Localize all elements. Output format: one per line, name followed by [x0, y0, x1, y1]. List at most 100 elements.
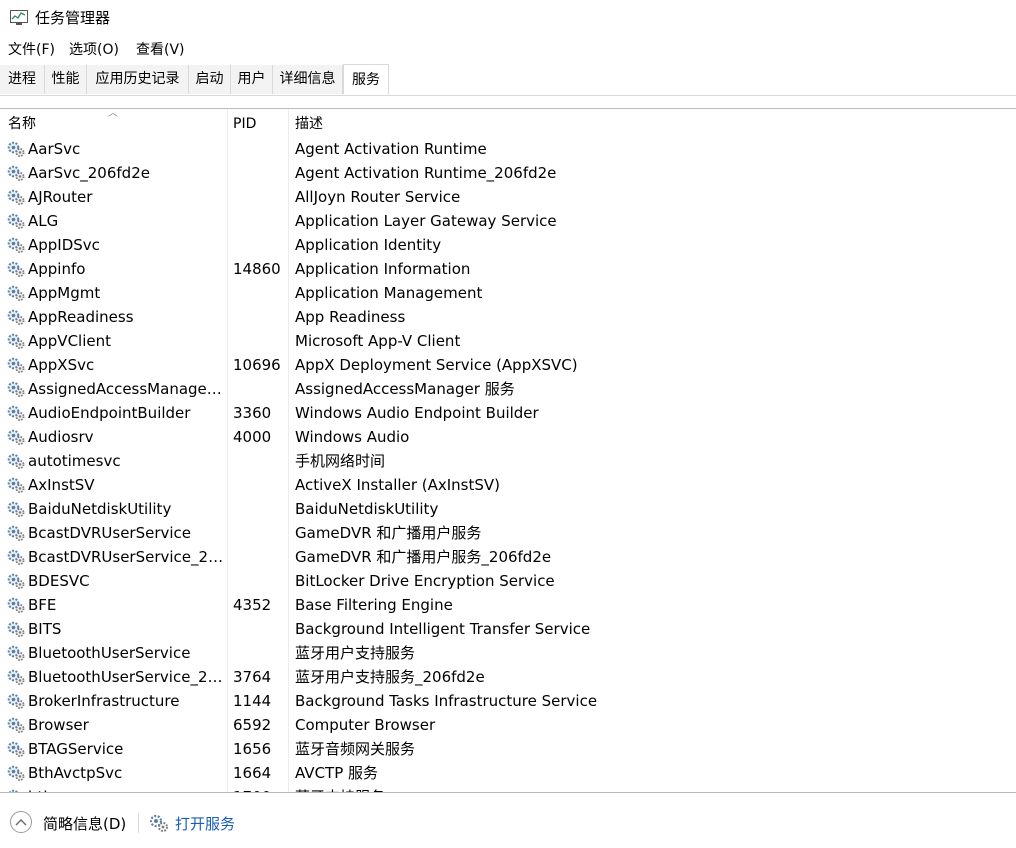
service-row[interactable]: Browser 6592 Computer Browser	[0, 713, 1016, 737]
service-gear-icon	[6, 212, 26, 230]
service-row[interactable]: AJRouter AllJoyn Router Service	[0, 185, 1016, 209]
service-row[interactable]: BFE 4352 Base Filtering Engine	[0, 593, 1016, 617]
service-gear-icon	[6, 764, 26, 782]
service-gear-icon	[6, 668, 26, 686]
service-pid: 10696	[233, 356, 281, 374]
task-manager-icon	[10, 10, 28, 25]
tab-strip: 进程 性能 应用历史记录 启动 用户 详细信息 服务	[0, 64, 1016, 96]
service-gear-icon	[6, 692, 26, 710]
service-name: AarSvc_206fd2e	[28, 164, 150, 182]
service-description: Agent Activation Runtime	[295, 140, 487, 158]
tab-app-history[interactable]: 应用历史记录	[87, 65, 189, 94]
service-row[interactable]: BcastDVRUserService_20... GameDVR 和广播用户服务…	[0, 545, 1016, 569]
service-row[interactable]: Audiosrv 4000 Windows Audio	[0, 425, 1016, 449]
service-name: Audiosrv	[28, 428, 94, 446]
column-header-description[interactable]: 描述	[295, 115, 323, 133]
table-header: ︿ 名称 PID 描述	[0, 109, 1016, 137]
service-name: AarSvc	[28, 140, 81, 158]
service-gear-icon	[6, 596, 26, 614]
tab-services[interactable]: 服务	[343, 64, 389, 95]
service-gear-icon	[6, 260, 26, 278]
service-description: GameDVR 和广播用户服务	[295, 524, 482, 542]
service-row[interactable]: AudioEndpointBuilder 3360 Windows Audio En…	[0, 401, 1016, 425]
title-bar: 任务管理器	[0, 0, 1016, 36]
service-row[interactable]: Appinfo 14860 Application Information	[0, 257, 1016, 281]
tab-startup[interactable]: 启动	[189, 65, 231, 94]
service-row[interactable]: AppReadiness App Readiness	[0, 305, 1016, 329]
service-row[interactable]: BluetoothUserService_20... 3764 蓝牙用户支持服务_2…	[0, 665, 1016, 689]
service-name: autotimesvc	[28, 452, 121, 470]
service-name: AppMgmt	[28, 284, 101, 302]
service-row[interactable]: BaiduNetdiskUtility BaiduNetdiskUtility	[0, 497, 1016, 521]
service-row[interactable]: AarSvc_206fd2e Agent Activation Runtime_2…	[0, 161, 1016, 185]
tab-users[interactable]: 用户	[231, 65, 273, 94]
service-description: Application Identity	[295, 236, 442, 254]
service-row[interactable]: AarSvc Agent Activation Runtime	[0, 137, 1016, 161]
service-gear-icon	[6, 380, 26, 398]
service-gear-icon	[6, 356, 26, 374]
service-pid: 1144	[233, 692, 272, 710]
service-name: Appinfo	[28, 260, 86, 278]
tab-performance[interactable]: 性能	[45, 65, 87, 94]
service-pid: 6592	[233, 716, 272, 734]
service-gear-icon	[6, 308, 26, 326]
menu-file[interactable]: 文件(F)	[8, 40, 55, 60]
services-table: ︿ 名称 PID 描述 AarSvc Agent Activation Runti…	[0, 108, 1016, 793]
service-gear-icon	[6, 548, 26, 566]
service-row[interactable]: BcastDVRUserService GameDVR 和广播用户服务	[0, 521, 1016, 545]
service-name: BDESVC	[28, 572, 90, 590]
open-services-link[interactable]: 打开服务	[175, 814, 235, 834]
service-row[interactable]: AssignedAccessManager... AssignedAccessMa…	[0, 377, 1016, 401]
service-row[interactable]: AppVClient Microsoft App-V Client	[0, 329, 1016, 353]
service-gear-icon	[6, 740, 26, 758]
menu-view[interactable]: 查看(V)	[136, 40, 185, 60]
service-description: Windows Audio	[295, 428, 410, 446]
tab-details[interactable]: 详细信息	[273, 65, 343, 94]
service-row[interactable]: AppIDSvc Application Identity	[0, 233, 1016, 257]
service-name: BTAGService	[28, 740, 124, 758]
service-description: 手机网络时间	[295, 452, 386, 470]
fewer-details-button[interactable]	[10, 811, 32, 833]
service-gear-icon	[6, 452, 26, 470]
service-pid: 4000	[233, 428, 272, 446]
service-row[interactable]: AppMgmt Application Management	[0, 281, 1016, 305]
tab-processes[interactable]: 进程	[0, 65, 45, 94]
service-row[interactable]: BrokerInfrastructure 1144 Background Tasks…	[0, 689, 1016, 713]
service-gear-icon	[6, 236, 26, 254]
service-row[interactable]: autotimesvc 手机网络时间	[0, 449, 1016, 473]
service-name: AppIDSvc	[28, 236, 100, 254]
service-description: 蓝牙用户支持服务	[295, 644, 416, 662]
service-row[interactable]: AxInstSV ActiveX Installer (AxInstSV)	[0, 473, 1016, 497]
service-description: Application Information	[295, 260, 471, 278]
service-pid: 3360	[233, 404, 272, 422]
service-pid: 1664	[233, 764, 272, 782]
service-description: AppX Deployment Service (AppXSVC)	[295, 356, 578, 374]
service-pid: 4352	[233, 596, 272, 614]
service-name: AJRouter	[28, 188, 93, 206]
service-row[interactable]: BDESVC BitLocker Drive Encryption Service	[0, 569, 1016, 593]
service-description: Microsoft App-V Client	[295, 332, 461, 350]
service-row[interactable]: BITS Background Intelligent Transfer Serv…	[0, 617, 1016, 641]
service-description: 蓝牙用户支持服务_206fd2e	[295, 668, 485, 686]
service-row[interactable]: BluetoothUserService 蓝牙用户支持服务	[0, 641, 1016, 665]
service-description: Application Management	[295, 284, 483, 302]
column-header-name[interactable]: 名称	[8, 115, 36, 133]
service-name: AudioEndpointBuilder	[28, 404, 191, 422]
service-name: ALG	[28, 212, 59, 230]
service-name: BcastDVRUserService_20...	[28, 548, 224, 566]
service-description: AllJoyn Router Service	[295, 188, 461, 206]
fewer-details-label[interactable]: 简略信息(D)	[43, 814, 126, 834]
service-gear-icon	[6, 644, 26, 662]
service-gear-icon	[6, 284, 26, 302]
service-row[interactable]: BthAvctpSvc 1664 AVCTP 服务	[0, 761, 1016, 785]
column-header-pid[interactable]: PID	[233, 115, 256, 133]
services-gear-icon	[149, 814, 168, 832]
menu-options[interactable]: 选项(O)	[69, 40, 119, 60]
service-row[interactable]: BTAGService 1656 蓝牙音频网关服务	[0, 737, 1016, 761]
chevron-up-icon	[15, 819, 27, 826]
service-row[interactable]: ALG Application Layer Gateway Service	[0, 209, 1016, 233]
window-title: 任务管理器	[35, 9, 111, 27]
service-description: 蓝牙音频网关服务	[295, 740, 416, 758]
service-description: Background Tasks Infrastructure Service	[295, 692, 598, 710]
service-row[interactable]: AppXSvc 10696 AppX Deployment Service (App…	[0, 353, 1016, 377]
